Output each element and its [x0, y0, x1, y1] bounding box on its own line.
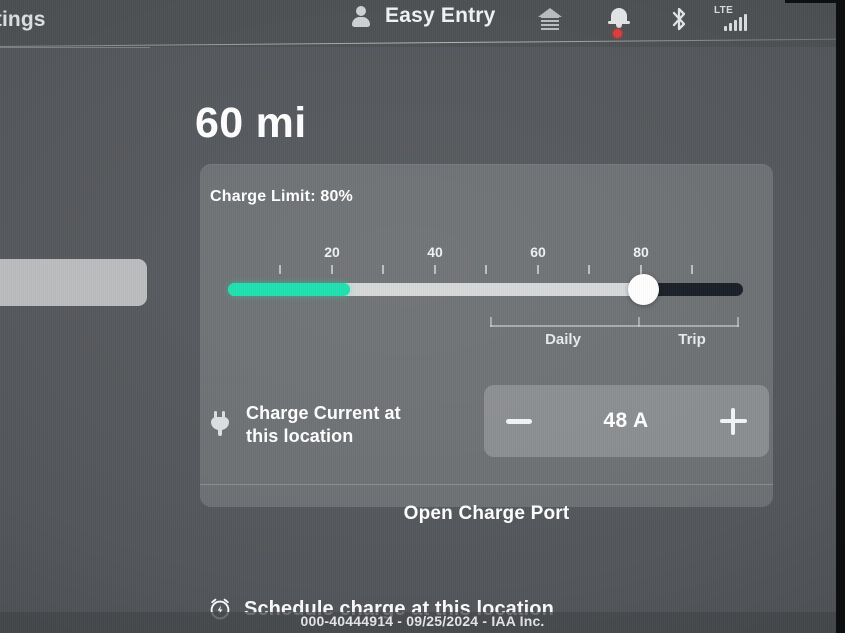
slider-tick-label-60: 60 [530, 244, 546, 260]
charge-current-label-line1: Charge Current at [246, 403, 401, 423]
bluetooth-icon[interactable] [668, 6, 690, 32]
sidebar-divider [0, 47, 150, 48]
driver-profile-label: Easy Entry [385, 4, 496, 27]
screen-bezel-right [836, 0, 845, 633]
slider-handle[interactable] [628, 274, 659, 305]
garage-icon[interactable] [538, 8, 562, 30]
charge-current-value: 48 A [603, 409, 649, 432]
settings-sidebar: s g t on [0, 47, 150, 633]
slider-tick-label-40: 40 [427, 244, 443, 260]
charging-panel: 60 mi Charge Limit: 80% 20 40 60 80 Dail… [150, 47, 845, 633]
sidebar-selected-highlight [0, 259, 147, 306]
charge-limit-slider[interactable]: 20 40 60 80 [228, 244, 743, 305]
signal-bars [724, 14, 747, 31]
charge-current-row: Charge Current at this location [210, 402, 401, 447]
open-charge-port-button[interactable]: Open Charge Port [200, 485, 773, 543]
lte-signal-icon: LTE [713, 5, 759, 33]
increment-button[interactable] [720, 407, 747, 435]
decrement-button[interactable] [506, 418, 532, 424]
bracket-cap-center [638, 317, 640, 327]
charge-current-stepper[interactable]: 48 A [484, 385, 769, 457]
trip-zone-label: Trip [678, 331, 706, 348]
bracket-cap-right [737, 317, 739, 327]
slider-tick-label-80: 80 [633, 244, 649, 260]
bell-icon[interactable] [608, 7, 630, 31]
slider-tick-label-20: 20 [324, 244, 340, 260]
notification-dot [613, 29, 622, 38]
charge-current-label-line2: this location [246, 425, 354, 446]
charge-limit-label: Charge Limit: 80% [210, 188, 353, 205]
bracket-cap-left [490, 317, 492, 327]
daily-zone-label: Daily [545, 331, 581, 348]
plug-icon [210, 410, 230, 439]
settings-title: ettings [0, 8, 46, 31]
range-heading: 60 mi [195, 99, 307, 147]
person-icon [350, 4, 372, 28]
tesla-touchscreen: ettings Easy Entry LTE [0, 0, 845, 633]
bracket-line [490, 325, 739, 327]
daily-trip-bracket [490, 315, 739, 329]
screen-bezel-top-right [785, 0, 845, 3]
bell-clapper [616, 24, 622, 28]
driver-profile-button[interactable]: Easy Entry [350, 4, 496, 28]
garage-door [541, 16, 559, 30]
watermark-text: 000-40444914 - 09/25/2024 - IAA Inc. [300, 613, 545, 629]
slider-track-charged [228, 283, 350, 296]
charge-current-label: Charge Current at this location [246, 402, 401, 447]
